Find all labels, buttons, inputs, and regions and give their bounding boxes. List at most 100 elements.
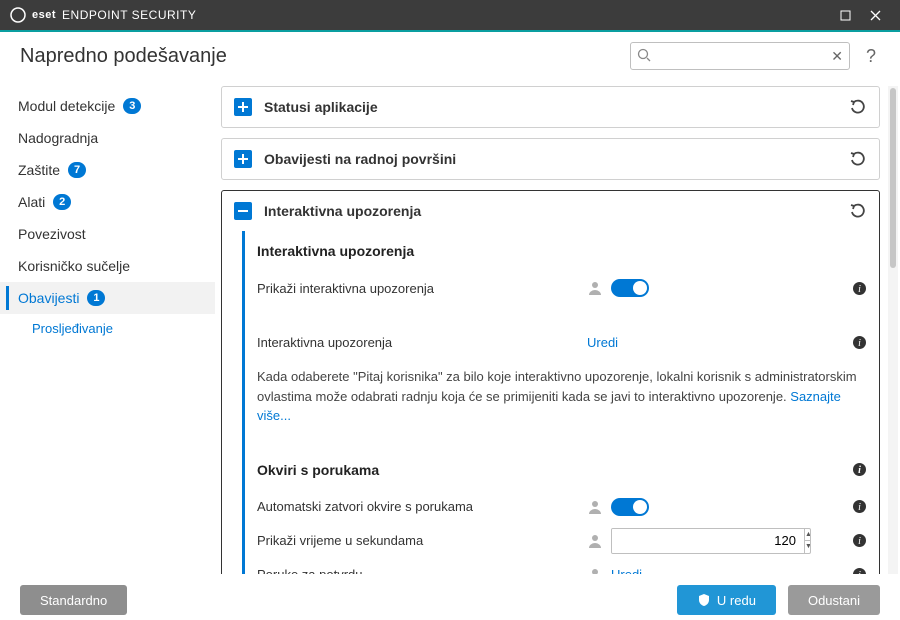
panel-body: Interaktivna upozorenja Prikaži interakt… [242, 231, 879, 574]
ok-button[interactable]: U redu [677, 585, 776, 615]
info-button[interactable]: i [852, 462, 867, 477]
info-button[interactable]: i [852, 567, 867, 574]
info-button[interactable]: i [852, 281, 867, 296]
sidebar: Modul detekcije 3 Nadogradnja Zaštite 7 … [0, 80, 215, 580]
undo-icon [849, 202, 867, 220]
close-icon [870, 10, 881, 21]
header: Napredno podešavanje ✕ ? [0, 32, 900, 80]
row-label: Prikaži vrijeme u sekundama [257, 533, 577, 548]
panel-toggle[interactable]: Interaktivna upozorenja [222, 191, 879, 231]
svg-text:i: i [858, 465, 861, 476]
sidebar-item-label: Modul detekcije [18, 98, 115, 114]
sidebar-item-tools[interactable]: Alati 2 [0, 186, 215, 218]
row-interactive-edit: Interaktivna upozorenja Uredi i [257, 325, 867, 359]
titlebar: eset ENDPOINT SECURITY [0, 0, 900, 30]
info-button[interactable]: i [852, 335, 867, 350]
svg-text:i: i [858, 536, 861, 547]
svg-text:i: i [858, 570, 861, 574]
shield-icon [697, 593, 711, 607]
toggle-show-interactive[interactable] [611, 279, 649, 297]
person-icon [587, 533, 603, 549]
row-label: Interaktivna upozorenja [257, 335, 577, 350]
description-text: Kada odaberete "Pitaj korisnika" za bilo… [257, 367, 867, 426]
sidebar-item-label: Korisničko sučelje [18, 258, 130, 274]
revert-button[interactable] [849, 150, 867, 168]
collapse-icon [234, 202, 252, 220]
maximize-icon [840, 10, 851, 21]
window-close-button[interactable] [860, 0, 890, 30]
panel-title: Obavijesti na radnoj površini [264, 151, 849, 167]
svg-text:i: i [858, 502, 861, 513]
description-pre: Kada odaberete "Pitaj korisnika" za bilo… [257, 369, 857, 404]
sidebar-item-label: Alati [18, 194, 45, 210]
row-label: Prikaži interaktivna upozorenja [257, 281, 577, 296]
search-box[interactable]: ✕ [630, 42, 850, 70]
sidebar-badge: 2 [53, 194, 71, 210]
sidebar-item-detection[interactable]: Modul detekcije 3 [0, 90, 215, 122]
help-button[interactable]: ? [862, 46, 880, 67]
edit-link[interactable]: Uredi [587, 335, 618, 350]
seconds-input[interactable] [612, 529, 804, 553]
panel-toggle[interactable]: Statusi aplikacije [222, 87, 879, 127]
search-input[interactable] [637, 49, 831, 64]
person-icon [587, 280, 603, 296]
sidebar-item-connectivity[interactable]: Povezivost [0, 218, 215, 250]
sidebar-item-label: Zaštite [18, 162, 60, 178]
svg-text:i: i [858, 338, 861, 349]
main-area: Statusi aplikacije Obavijesti na radnoj … [215, 80, 900, 580]
undo-icon [849, 98, 867, 116]
panel-app-statuses: Statusi aplikacije [221, 86, 880, 128]
row-show-interactive: Prikaži interaktivna upozorenja i [257, 271, 867, 305]
spinner-down[interactable]: ▼ [805, 541, 811, 553]
panel-title: Interaktivna upozorenja [264, 203, 849, 219]
default-button[interactable]: Standardno [20, 585, 127, 615]
vertical-scrollbar[interactable] [888, 86, 898, 574]
sidebar-subitem-forwarding[interactable]: Prosljeđivanje [0, 314, 215, 342]
person-icon [587, 499, 603, 515]
info-button[interactable]: i [852, 533, 867, 548]
expand-icon [234, 98, 252, 116]
window-maximize-button[interactable] [830, 0, 860, 30]
svg-text:i: i [858, 284, 861, 295]
scrollbar-thumb[interactable] [890, 88, 896, 268]
sidebar-subitem-label: Prosljeđivanje [32, 321, 113, 336]
toggle-auto-close[interactable] [611, 498, 649, 516]
revert-button[interactable] [849, 202, 867, 220]
info-icon: i [852, 281, 867, 296]
sidebar-item-ui[interactable]: Korisničko sučelje [0, 250, 215, 282]
brand-prefix: eset [32, 9, 56, 21]
section-title-interactive: Interaktivna upozorenja [257, 243, 867, 259]
revert-button[interactable] [849, 98, 867, 116]
ok-button-label: U redu [717, 593, 756, 608]
info-icon: i [852, 499, 867, 514]
cancel-button[interactable]: Odustani [788, 585, 880, 615]
undo-icon [849, 150, 867, 168]
sidebar-item-label: Povezivost [18, 226, 86, 242]
spinner-up[interactable]: ▲ [805, 529, 811, 542]
sidebar-badge: 3 [123, 98, 141, 114]
info-button[interactable]: i [852, 499, 867, 514]
row-display-seconds: Prikaži vrijeme u sekundama ▲ ▼ i [257, 524, 867, 558]
panel-toggle[interactable]: Obavijesti na radnoj površini [222, 139, 879, 179]
info-icon: i [852, 567, 867, 574]
row-label: Poruke za potvrdu [257, 567, 577, 574]
sidebar-item-label: Obavijesti [18, 290, 79, 306]
brand: eset ENDPOINT SECURITY [10, 7, 196, 23]
edit-link[interactable]: Uredi [611, 567, 642, 574]
expand-icon [234, 150, 252, 168]
panel-title: Statusi aplikacije [264, 99, 849, 115]
info-icon: i [852, 462, 867, 477]
brand-main: ENDPOINT SECURITY [62, 8, 196, 22]
sidebar-item-protections[interactable]: Zaštite 7 [0, 154, 215, 186]
info-icon: i [852, 335, 867, 350]
footer: Standardno U redu Odustani [0, 580, 900, 620]
page-title: Napredno podešavanje [20, 45, 618, 68]
search-icon [637, 48, 651, 62]
seconds-spinner: ▲ ▼ [804, 529, 811, 553]
sidebar-item-update[interactable]: Nadogradnja [0, 122, 215, 154]
person-icon [587, 567, 603, 575]
search-clear-button[interactable]: ✕ [831, 48, 843, 65]
sidebar-item-label: Nadogradnja [18, 130, 98, 146]
sidebar-item-notifications[interactable]: Obavijesti 1 [0, 282, 215, 314]
sidebar-badge: 7 [68, 162, 86, 178]
